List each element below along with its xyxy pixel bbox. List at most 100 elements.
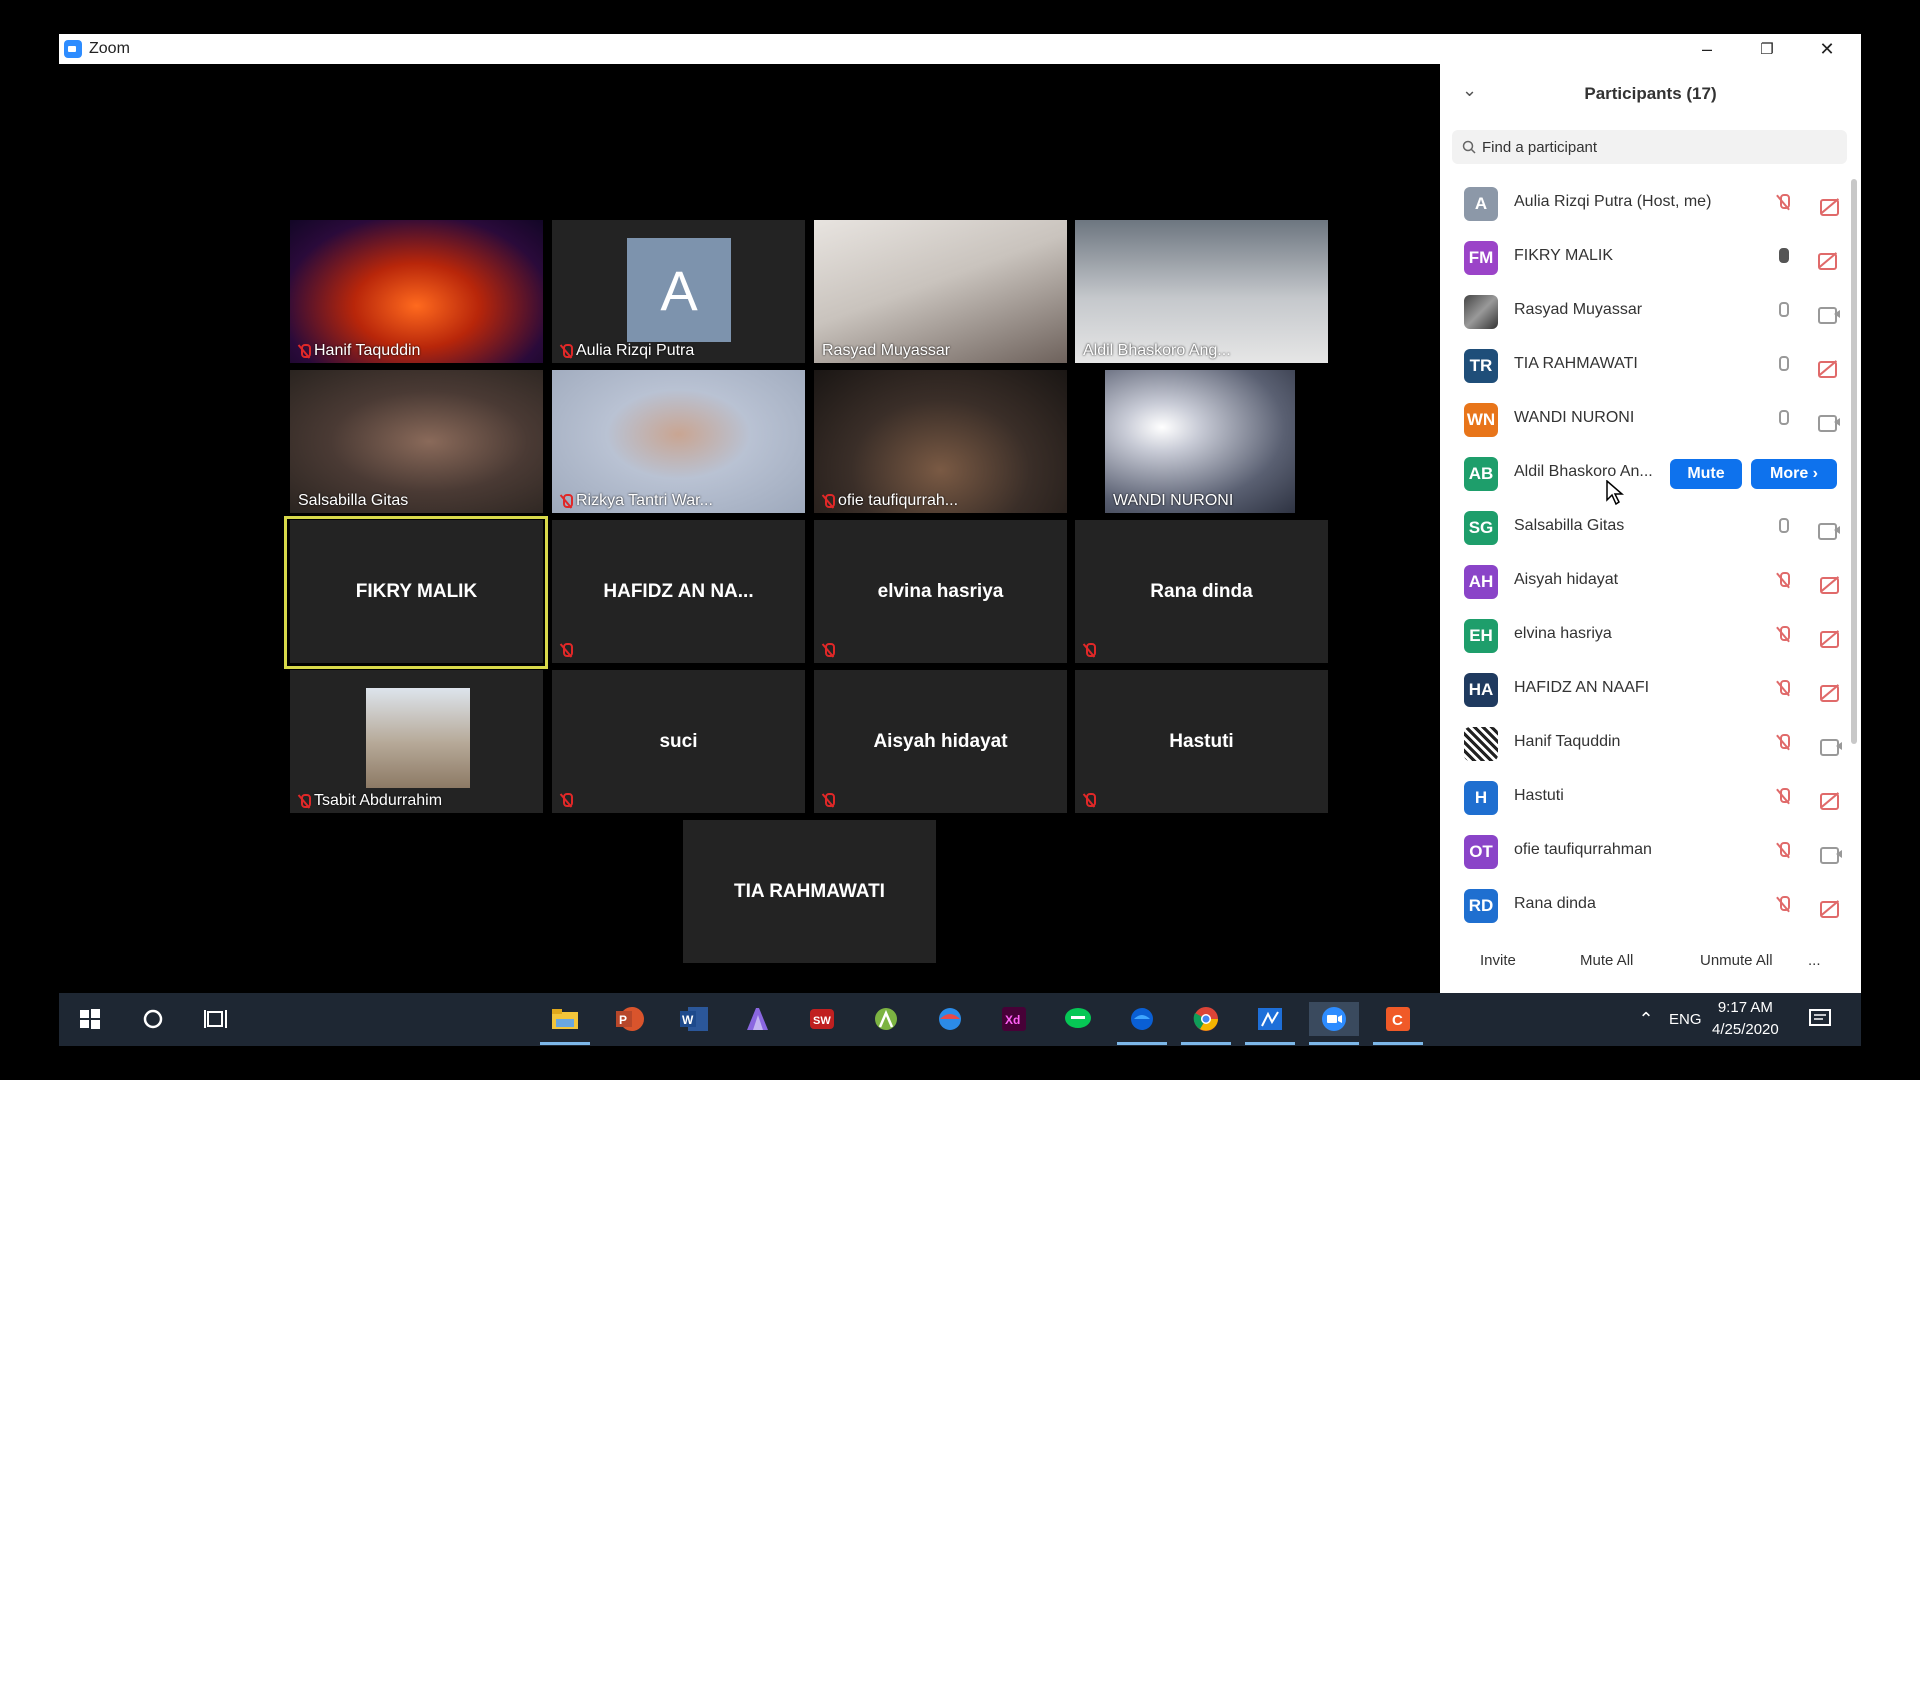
tile-name-label: ofie taufiqurrah... bbox=[822, 492, 958, 510]
video-tile[interactable]: TIA RAHMAWATI bbox=[683, 820, 936, 963]
tile-name: HAFIDZ AN NA... bbox=[603, 580, 754, 602]
unmute-all-button[interactable]: Unmute All bbox=[1700, 952, 1773, 969]
zoom-taskbar-icon[interactable] bbox=[1309, 1002, 1359, 1036]
app-icon-sphere[interactable] bbox=[933, 1002, 967, 1036]
tile-name: TIA RAHMAWATI bbox=[734, 880, 885, 902]
tile-name: suci bbox=[659, 730, 698, 752]
participant-row[interactable]: WN WANDI NURONI bbox=[1440, 392, 1845, 446]
participant-row[interactable]: EH elvina hasriya bbox=[1440, 608, 1845, 662]
clock-time: 9:17 AM bbox=[1717, 999, 1773, 1016]
clock-date: 4/25/2020 bbox=[1712, 1021, 1779, 1038]
muted-mic-icon bbox=[822, 643, 835, 657]
android-studio-icon[interactable] bbox=[869, 1002, 903, 1036]
participant-name: Aulia Rizqi Putra (Host, me) bbox=[1514, 193, 1712, 210]
windows-start-icon[interactable] bbox=[73, 1002, 107, 1036]
participant-row[interactable]: HA HAFIDZ AN NAAFI bbox=[1440, 662, 1845, 716]
app-icon-red[interactable]: SW bbox=[805, 1002, 839, 1036]
video-tile[interactable]: Aldil Bhaskoro Ang... bbox=[1075, 220, 1328, 363]
video-tile[interactable]: HAFIDZ AN NA... bbox=[552, 520, 805, 663]
participant-row[interactable]: Rasyad Muyassar bbox=[1440, 284, 1845, 338]
participant-search bbox=[1452, 130, 1847, 164]
mic-icon bbox=[1777, 410, 1789, 426]
camera-icon bbox=[1820, 847, 1842, 864]
line-icon[interactable] bbox=[1061, 1002, 1095, 1036]
app-icon-blue-window[interactable] bbox=[1253, 1002, 1287, 1036]
video-tile[interactable]: elvina hasriya bbox=[814, 520, 1067, 663]
camera-icon bbox=[1818, 415, 1840, 432]
video-tile[interactable]: Hastuti bbox=[1075, 670, 1328, 813]
video-tile[interactable]: A Aulia Rizqi Putra bbox=[552, 220, 805, 363]
profile-photo bbox=[366, 688, 470, 788]
participant-name: Salsabilla Gitas bbox=[1514, 517, 1625, 534]
participant-row[interactable]: H Hastuti bbox=[1440, 770, 1845, 824]
mute-participant-button[interactable]: Mute bbox=[1670, 459, 1742, 489]
app-icon-orange[interactable]: C bbox=[1381, 1002, 1415, 1036]
video-tile[interactable]: Rizkya Tantri War... bbox=[552, 370, 805, 513]
tile-name: Hanif Taquddin bbox=[314, 342, 421, 359]
mic-muted-icon bbox=[1777, 896, 1790, 912]
edge-icon[interactable] bbox=[1125, 1002, 1159, 1036]
muted-mic-icon bbox=[822, 793, 835, 807]
participant-row[interactable]: AB Aldil Bhaskoro An... Mute More › bbox=[1440, 446, 1845, 500]
camera-off-icon bbox=[1820, 199, 1842, 216]
tile-name: Aisyah hidayat bbox=[873, 730, 1008, 752]
language-indicator[interactable]: ENG bbox=[1669, 1011, 1702, 1028]
participant-row[interactable]: Hanif Taquddin bbox=[1440, 716, 1845, 770]
title-bar: Zoom – ❐ ✕ bbox=[59, 34, 1861, 64]
participants-footer: Invite Mute All Unmute All ... bbox=[1440, 934, 1861, 993]
participant-name: Aldil Bhaskoro An... bbox=[1514, 463, 1653, 480]
video-tile[interactable]: Hanif Taquddin bbox=[290, 220, 543, 363]
participant-row[interactable]: AH Aisyah hidayat bbox=[1440, 554, 1845, 608]
more-options-button[interactable]: ... bbox=[1808, 952, 1821, 969]
video-tile[interactable]: suci bbox=[552, 670, 805, 813]
tray-chevron-up-icon[interactable]: ⌃ bbox=[1629, 1002, 1663, 1036]
participant-row[interactable]: FM FIKRY MALIK bbox=[1440, 230, 1845, 284]
task-view-icon[interactable] bbox=[199, 1002, 233, 1036]
window-title: Zoom bbox=[89, 40, 130, 57]
video-tile[interactable]: ofie taufiqurrah... bbox=[814, 370, 1067, 513]
search-input[interactable] bbox=[1482, 138, 1822, 156]
more-participant-button[interactable]: More › bbox=[1751, 459, 1837, 489]
participant-row[interactable]: OT ofie taufiqurrahman bbox=[1440, 824, 1845, 878]
tile-name-label: Aulia Rizqi Putra bbox=[560, 342, 694, 360]
tile-name-label: WANDI NURONI bbox=[1113, 492, 1233, 510]
participant-row[interactable]: A Aulia Rizqi Putra (Host, me) bbox=[1440, 176, 1845, 230]
svg-text:SW: SW bbox=[813, 1015, 831, 1027]
participant-avatar bbox=[1464, 727, 1498, 761]
mute-all-button[interactable]: Mute All bbox=[1580, 952, 1633, 969]
participant-avatar: TR bbox=[1464, 349, 1498, 383]
video-tile[interactable]: Aisyah hidayat bbox=[814, 670, 1067, 813]
clock[interactable]: 9:17 AM 4/25/2020 bbox=[1712, 997, 1779, 1041]
tile-name-label: Salsabilla Gitas bbox=[298, 492, 408, 510]
video-tile[interactable]: WANDI NURONI bbox=[1105, 370, 1295, 513]
search-icon bbox=[1462, 140, 1476, 154]
app-icon-purple[interactable] bbox=[741, 1002, 775, 1036]
file-explorer-icon[interactable] bbox=[548, 1002, 582, 1036]
tile-name: Tsabit Abdurrahim bbox=[314, 792, 443, 809]
collapse-chevron-icon[interactable]: ⌄ bbox=[1462, 80, 1477, 101]
participant-name: elvina hasriya bbox=[1514, 625, 1612, 642]
notification-icon[interactable] bbox=[1803, 1002, 1837, 1036]
video-tile[interactable]: Rana dinda bbox=[1075, 520, 1328, 663]
invite-button[interactable]: Invite bbox=[1480, 952, 1516, 969]
participant-avatar bbox=[1464, 295, 1498, 329]
video-tile[interactable]: Salsabilla Gitas bbox=[290, 370, 543, 513]
powerpoint-icon[interactable]: P bbox=[613, 1002, 647, 1036]
close-button[interactable]: ✕ bbox=[1799, 34, 1855, 64]
camera-off-icon bbox=[1820, 631, 1842, 648]
muted-mic-icon bbox=[560, 643, 573, 657]
participant-row[interactable]: TR TIA RAHMAWATI bbox=[1440, 338, 1845, 392]
restore-button[interactable]: ❐ bbox=[1739, 34, 1795, 64]
search-circle-icon[interactable] bbox=[136, 1002, 170, 1036]
mic-muted-icon bbox=[1777, 626, 1790, 642]
minimize-button[interactable]: – bbox=[1679, 34, 1735, 64]
participant-row[interactable]: SG Salsabilla Gitas bbox=[1440, 500, 1845, 554]
adobe-xd-icon[interactable]: Xd bbox=[997, 1002, 1031, 1036]
video-tile[interactable]: Rasyad Muyassar bbox=[814, 220, 1067, 363]
scrollbar[interactable] bbox=[1851, 179, 1857, 744]
chrome-icon[interactable] bbox=[1189, 1002, 1223, 1036]
participant-row[interactable]: RD Rana dinda bbox=[1440, 878, 1845, 932]
video-tile[interactable]: Tsabit Abdurrahim bbox=[290, 670, 543, 813]
participant-name: Hanif Taquddin bbox=[1514, 733, 1621, 750]
word-icon[interactable]: W bbox=[677, 1002, 711, 1036]
